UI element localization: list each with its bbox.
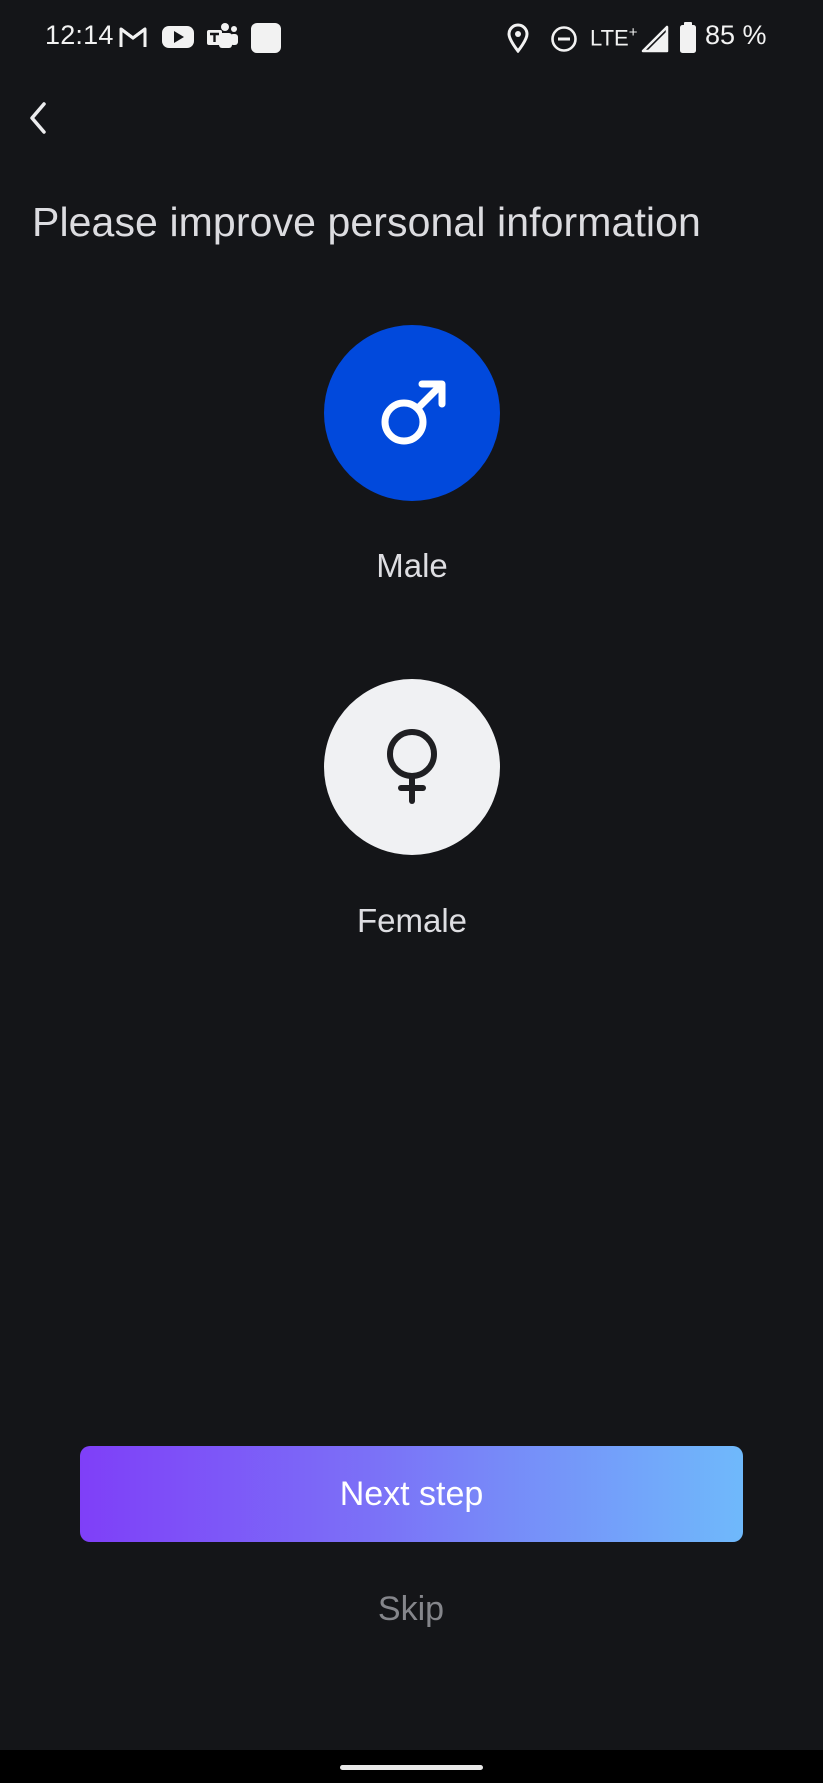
navigation-bar [0, 1750, 823, 1783]
male-symbol-icon [381, 380, 446, 445]
page-title: Please improve personal information [32, 199, 701, 245]
next-step-label: Next step [339, 1474, 484, 1513]
skip-button[interactable]: Skip [311, 1590, 511, 1642]
screen: 12:14 LTE+ 85 % Please improve personal … [0, 0, 823, 1750]
back-arrow-icon [30, 102, 46, 134]
male-label: Male [376, 547, 448, 584]
female-circle[interactable] [324, 679, 500, 855]
gender-option-male[interactable]: Male [324, 325, 500, 584]
next-step-button[interactable]: Next step [80, 1446, 743, 1542]
battery-icon [679, 22, 697, 59]
home-indicator[interactable] [340, 1765, 483, 1770]
signal-icon [641, 25, 669, 58]
app-square-icon [250, 22, 282, 59]
location-icon [506, 23, 530, 58]
network-type-label: LTE+ [590, 24, 638, 51]
back-button[interactable] [22, 96, 58, 140]
male-circle[interactable] [324, 325, 500, 501]
gender-option-female[interactable]: Female [324, 679, 500, 939]
youtube-icon [161, 25, 195, 54]
teams-icon [205, 22, 239, 57]
gmail-icon [118, 25, 148, 54]
do-not-disturb-icon [550, 25, 578, 58]
female-label: Female [356, 902, 468, 939]
status-time: 12:14 [45, 20, 114, 50]
status-bar: 12:14 LTE+ 85 % [0, 0, 823, 76]
female-symbol-icon [387, 729, 437, 804]
battery-percentage: 85 % [705, 20, 767, 50]
